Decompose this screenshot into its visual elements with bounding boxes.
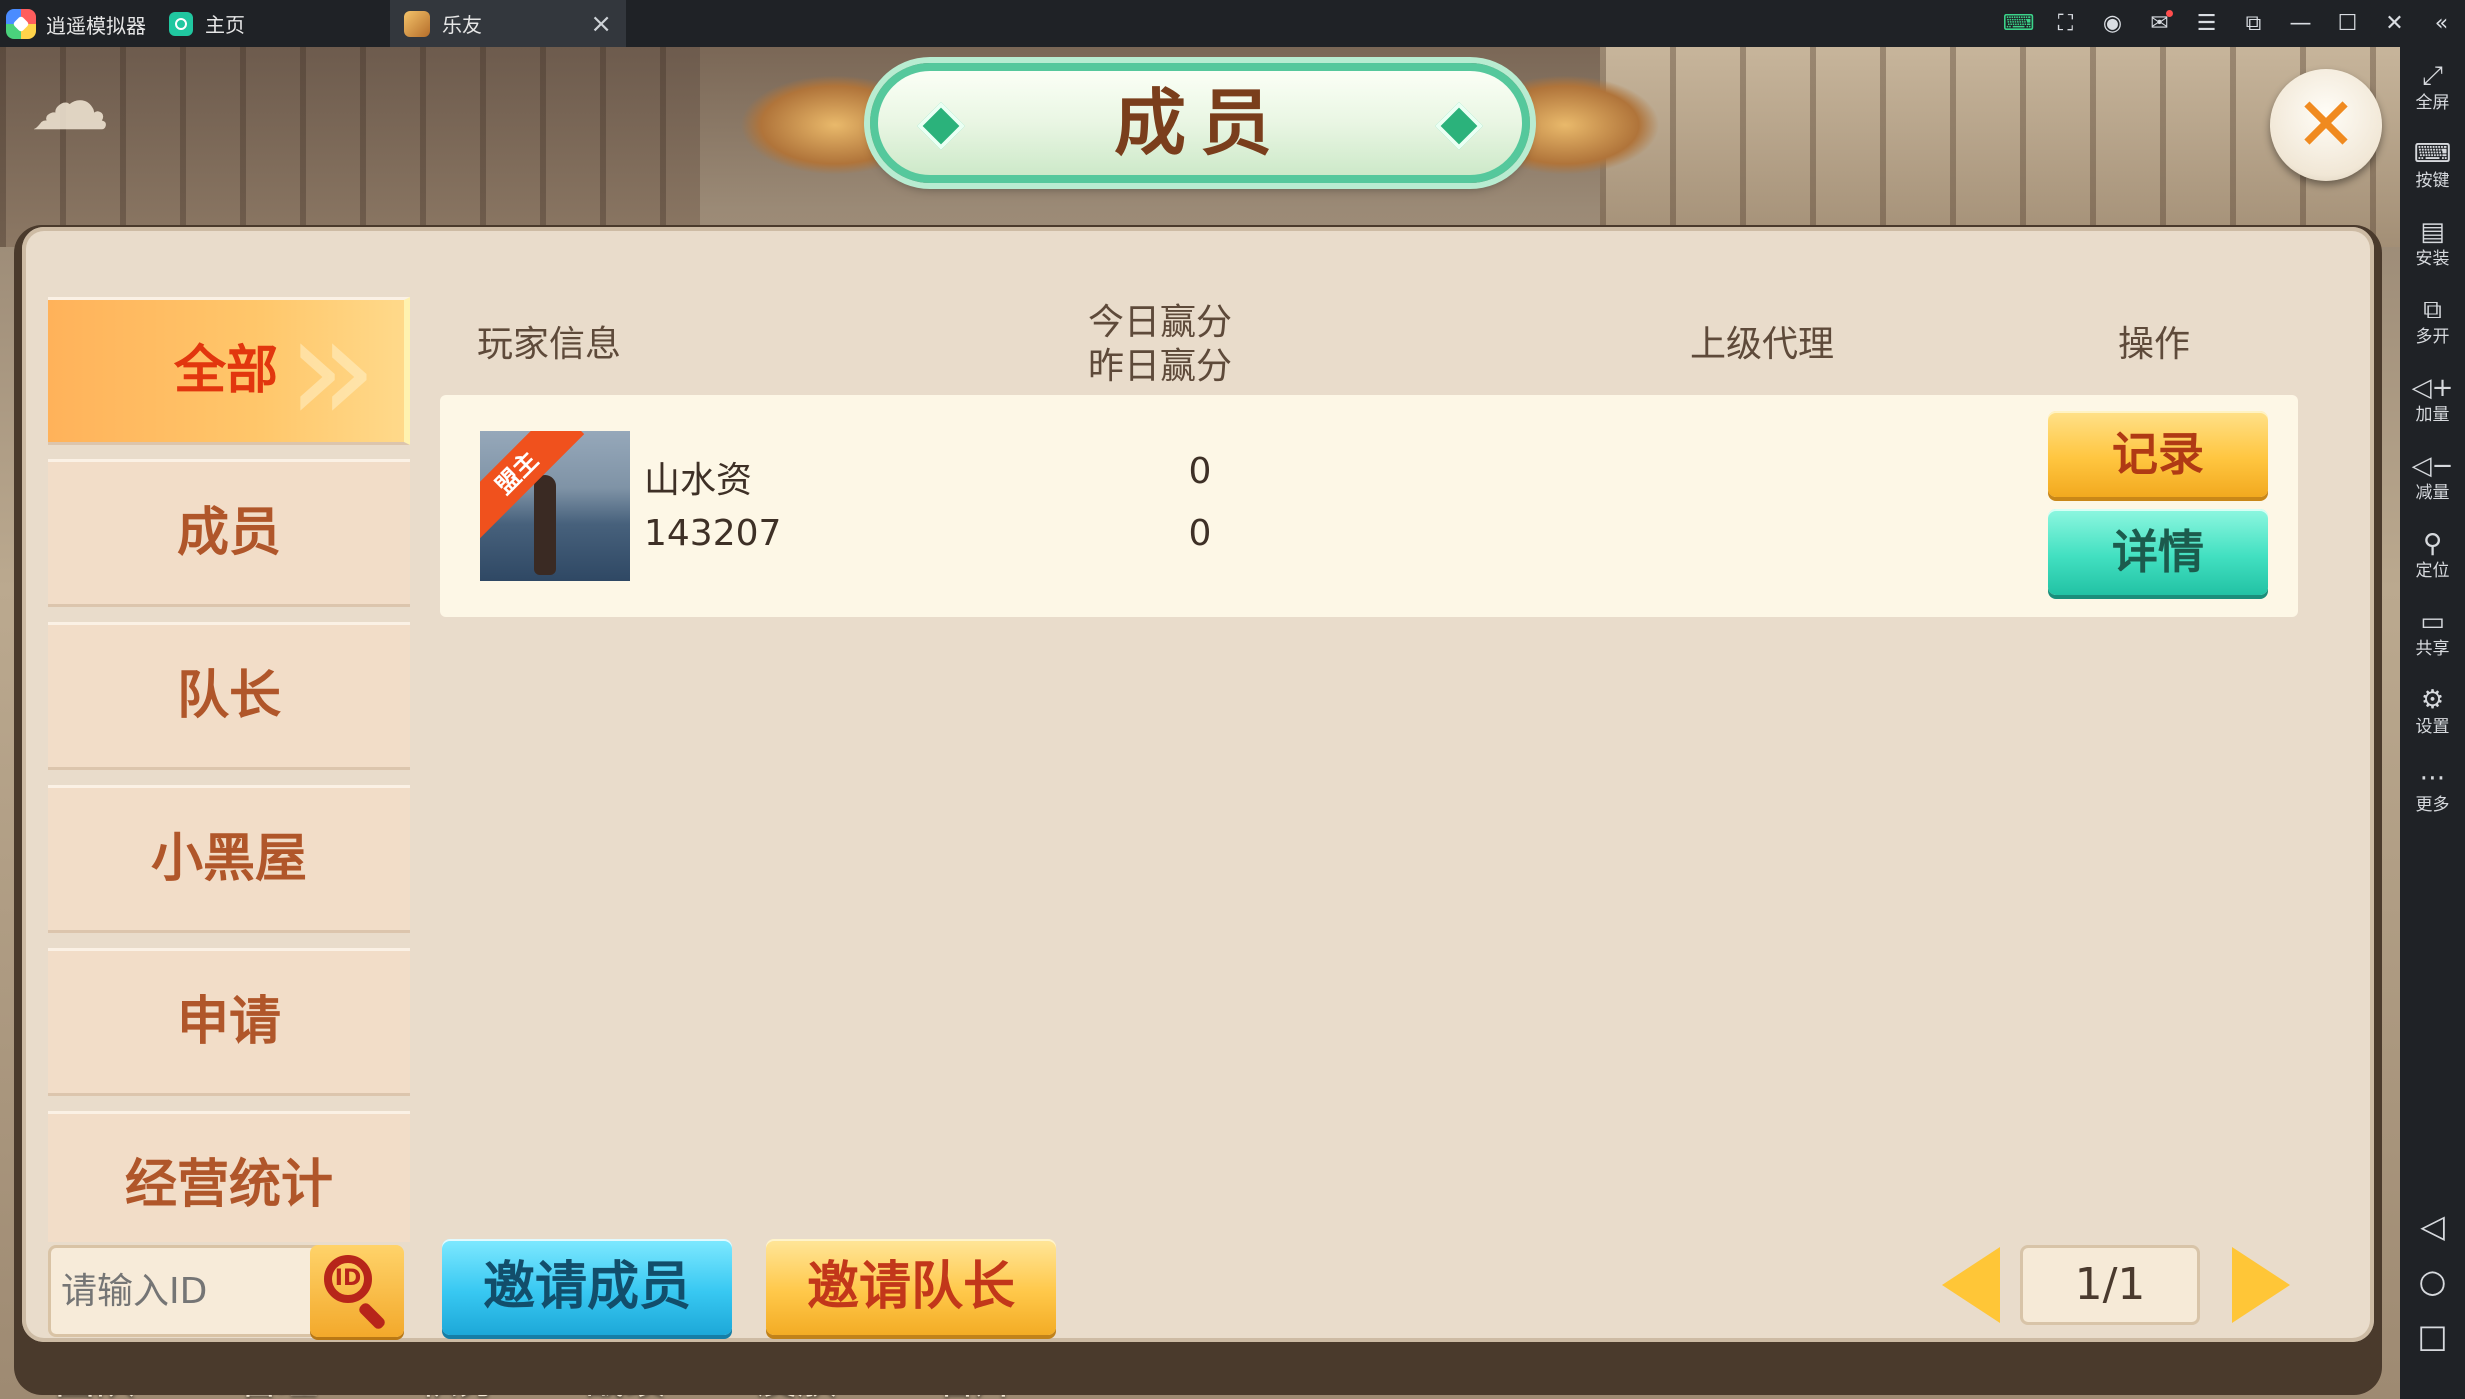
titlebar-tools: ⌨ ⛶ ◉ ✉ ☰ ⧉ — ☐ ✕ « (1995, 0, 2465, 47)
sidebar-item-install[interactable]: ▤ 安装 (2400, 217, 2465, 269)
member-dialog: 全部 成员 队长 小黑屋 申请 经营统计 玩家信息 今日赢分 昨日赢分 上级代理… (22, 227, 2374, 1342)
location-icon: ⚲ (2422, 529, 2443, 559)
close-window-icon[interactable]: ✕ (2371, 0, 2418, 47)
tab-home[interactable]: 主页 (155, 0, 385, 47)
title-plaque: 成员 (740, 47, 1660, 197)
menu-icon[interactable]: ☰ (2183, 0, 2230, 47)
sidebar-item-keys[interactable]: ⌨ 按键 (2400, 139, 2465, 191)
page-title: 成员 (1113, 80, 1286, 165)
back-nav-icon[interactable]: ◁ (2400, 1207, 2465, 1245)
sidebar-item-volume-up[interactable]: ◁+ 加量 (2400, 373, 2465, 425)
header-action: 操作 (2118, 324, 2191, 365)
maximize-icon[interactable]: ☐ (2324, 0, 2371, 47)
sidebar-label: 加量 (2415, 405, 2450, 425)
magnifier-handle (357, 1301, 387, 1331)
header-player-info: 玩家信息 (477, 324, 622, 365)
sidebar-label: 设置 (2415, 717, 2450, 737)
bottom-toolbar: ID 邀请成员 邀请队长 1/1 (22, 1227, 2374, 1342)
category-business-stats[interactable]: 经营统计 (48, 1111, 410, 1242)
id-search-button[interactable]: ID (310, 1245, 404, 1337)
sidebar-label: 定位 (2415, 561, 2450, 581)
avatar-photo (534, 475, 556, 575)
today-score: 0 (1188, 451, 1212, 492)
sidebar-item-settings[interactable]: ⚙ 设置 (2400, 685, 2465, 737)
folder-share-icon: ▭ (2420, 607, 2445, 637)
yesterday-score: 0 (1188, 513, 1212, 554)
mail-icon[interactable]: ✉ (2136, 0, 2183, 47)
game-app-icon (404, 10, 430, 37)
tab-home-label: 主页 (205, 13, 245, 37)
tab-game[interactable]: 乐友 × (390, 0, 626, 47)
sidebar-label: 安装 (2415, 249, 2450, 269)
restore-window-icon[interactable]: ⧉ (2230, 0, 2277, 47)
account-icon[interactable]: ◉ (2089, 0, 2136, 47)
sidebar-item-more[interactable]: ⋯ 更多 (2400, 763, 2465, 815)
category-applications[interactable]: 申请 (48, 948, 410, 1096)
fullscreen-icon: ⤢ (2422, 61, 2443, 91)
more-icon: ⋯ (2419, 763, 2446, 793)
sidebar-label: 全屏 (2415, 93, 2450, 113)
emulator-app-title: 逍遥模拟器 (6, 8, 146, 40)
category-blacklist[interactable]: 小黑屋 (48, 785, 410, 933)
sidebar-item-volume-down[interactable]: ◁− 减量 (2400, 451, 2465, 503)
volume-down-icon: ◁− (2411, 451, 2454, 481)
header-yesterday-score: 昨日赢分 (1088, 346, 1233, 387)
emulator-titlebar: 逍遥模拟器 主页 乐友 × ⌨ ⛶ ◉ ✉ ☰ ⧉ — ☐ ✕ « (0, 0, 2465, 47)
screenshot-icon[interactable]: ⛶ (2042, 0, 2089, 47)
sidebar-item-fullscreen[interactable]: ⤢ 全屏 (2400, 61, 2465, 113)
gear-icon: ⚙ (2420, 685, 2445, 715)
emulator-sidebar: ⤢ 全屏 ⌨ 按键 ▤ 安装 ⧉ 多开 ◁+ 加量 ◁− 减量 ⚲ 定位 ▭ 共… (2400, 47, 2465, 1399)
close-dialog-button[interactable]: ✕ (2270, 69, 2382, 181)
page-indicator: 1/1 (2020, 1245, 2200, 1325)
category-menu: 全部 成员 队长 小黑屋 申请 经营统计 (48, 297, 413, 1242)
multi-instance-icon: ⧉ (2423, 295, 2442, 325)
player-name: 山水资 (644, 460, 753, 501)
invite-captain-button[interactable]: 邀请队长 (766, 1239, 1056, 1335)
volume-up-icon: ◁+ (2411, 373, 2454, 403)
sidebar-item-multi[interactable]: ⧉ 多开 (2400, 295, 2465, 347)
id-search-input[interactable] (48, 1245, 338, 1337)
sidebar-label: 共享 (2415, 639, 2450, 659)
tab-game-label: 乐友 (442, 13, 482, 37)
sidebar-label: 更多 (2415, 795, 2450, 815)
invite-member-button[interactable]: 邀请成员 (442, 1239, 732, 1335)
header-parent-agent: 上级代理 (1690, 324, 1835, 365)
tab-close-icon[interactable]: × (590, 9, 612, 39)
collapse-sidebar-icon[interactable]: « (2418, 0, 2465, 47)
record-button[interactable]: 记录 (2048, 411, 2268, 497)
previous-page-icon[interactable] (1942, 1247, 2000, 1323)
cloud-ornament-icon: ☁ (30, 55, 110, 148)
minimize-icon[interactable]: — (2277, 0, 2324, 47)
game-viewport: ☁ 团队 管理 积分 战绩 皮肤 名片 全部 成员 队长 小黑屋 申请 经营统计… (0, 47, 2400, 1399)
sidebar-item-share[interactable]: ▭ 共享 (2400, 607, 2465, 659)
player-id: 143207 (644, 513, 782, 554)
keyboard-mapping-icon[interactable]: ⌨ (1995, 0, 2042, 47)
sidebar-label: 按键 (2415, 171, 2450, 191)
category-captains[interactable]: 队长 (48, 622, 410, 770)
apk-install-icon: ▤ (2420, 217, 2445, 247)
sidebar-item-location[interactable]: ⚲ 定位 (2400, 529, 2465, 581)
close-icon: ✕ (2294, 82, 2357, 168)
sidebar-label: 减量 (2415, 483, 2450, 503)
home-nav-icon[interactable]: ○ (2400, 1262, 2465, 1300)
sidebar-label: 多开 (2415, 327, 2450, 347)
leader-badge: 盟主 (480, 431, 585, 541)
next-page-icon[interactable] (2232, 1247, 2290, 1323)
recents-nav-icon[interactable]: □ (2400, 1317, 2465, 1355)
table-header: 玩家信息 今日赢分 昨日赢分 上级代理 操作 (22, 227, 2374, 387)
category-members[interactable]: 成员 (48, 459, 410, 607)
table-row: 盟主 山水资 143207 0 0 记录 详情 (440, 395, 2298, 617)
detail-button[interactable]: 详情 (2048, 509, 2268, 595)
id-magnifier-icon: ID (324, 1255, 372, 1303)
emulator-app-name: 逍遥模拟器 (46, 13, 146, 38)
avatar: 盟主 (480, 431, 630, 581)
home-app-icon (169, 11, 193, 36)
plaque-body: 成员 (870, 63, 1530, 183)
emulator-logo-icon (6, 9, 36, 39)
keyboard-icon: ⌨ (2413, 139, 2452, 169)
